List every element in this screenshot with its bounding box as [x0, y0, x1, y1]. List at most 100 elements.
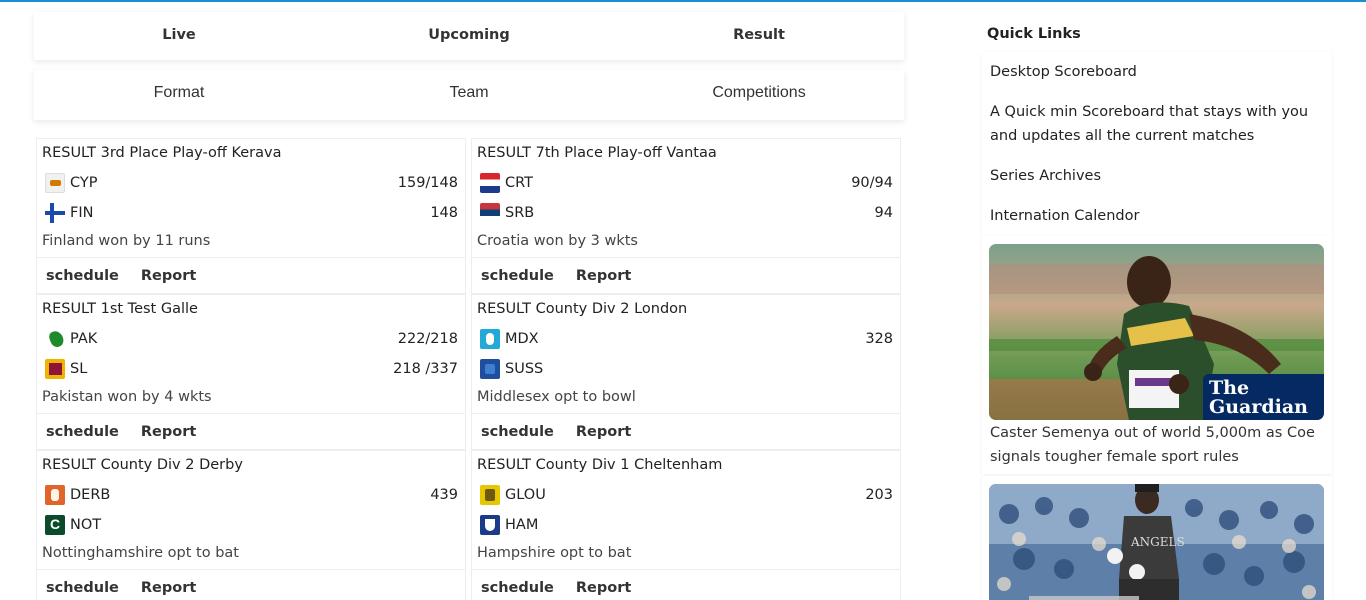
- report-link[interactable]: Report: [141, 424, 196, 440]
- team-score: 222/218: [397, 331, 458, 347]
- schedule-link[interactable]: schedule: [481, 424, 554, 440]
- quick-min-scoreboard-link[interactable]: A Quick min Scoreboard that stays with y…: [990, 100, 1320, 148]
- match-result: Hampshire opt to bat: [477, 545, 632, 561]
- schedule-link[interactable]: schedule: [481, 268, 554, 284]
- nottinghamshire-crest-icon: [45, 515, 65, 535]
- croatia-flag-icon: [480, 173, 500, 193]
- derbyshire-crest-icon: [45, 485, 65, 505]
- team-code: NOT: [70, 517, 102, 533]
- tab-result[interactable]: Result: [614, 12, 904, 60]
- cyprus-flag-icon: [45, 173, 65, 193]
- top-accent-line: [0, 0, 1366, 2]
- team-score: 218 /337: [393, 361, 458, 377]
- news-photo-baseball[interactable]: ANGELS: [989, 484, 1324, 600]
- team-score: 94: [874, 205, 893, 221]
- primary-tab-bar: Live Upcoming Result: [34, 12, 904, 60]
- match-card-footer: schedule Report: [471, 570, 901, 600]
- sussex-crest-icon: [480, 359, 500, 379]
- team-row: MDX 328: [477, 324, 893, 354]
- match-card-footer: schedule Report: [36, 414, 466, 450]
- finland-flag-icon: [45, 203, 65, 223]
- tab-team[interactable]: Team: [324, 70, 614, 120]
- the-guardian-logo: The Guardian: [1203, 374, 1324, 420]
- team-row: HAM: [477, 510, 893, 540]
- match-card[interactable]: RESULT County Div 2 Derby DERB 439 NOT N…: [36, 450, 466, 570]
- team-score: 148: [430, 205, 458, 221]
- match-title: RESULT County Div 2 Derby: [42, 457, 243, 473]
- team-code: MDX: [505, 331, 539, 347]
- team-row: PAK 222/218: [42, 324, 458, 354]
- team-row: SL 218 /337: [42, 354, 458, 384]
- report-link[interactable]: Report: [576, 580, 631, 596]
- news-photo-runner[interactable]: The Guardian: [989, 244, 1324, 420]
- team-code: FIN: [70, 205, 94, 221]
- team-code: CYP: [70, 175, 98, 191]
- team-code: SL: [70, 361, 88, 377]
- news-card[interactable]: The Guardian Caster Semenya out of world …: [982, 236, 1332, 474]
- team-row: CYP 159/148: [42, 168, 458, 198]
- team-row: FIN 148: [42, 198, 458, 228]
- schedule-link[interactable]: schedule: [46, 580, 119, 596]
- team-code: DERB: [70, 487, 111, 503]
- report-link[interactable]: Report: [141, 268, 196, 284]
- match-card[interactable]: RESULT 7th Place Play-off Vantaa CRT 90/…: [471, 138, 901, 258]
- report-link[interactable]: Report: [141, 580, 196, 596]
- news-caption[interactable]: Caster Semenya out of world 5,000m as Co…: [990, 421, 1320, 469]
- quick-links-panel: Desktop Scoreboard A Quick min Scoreboar…: [982, 52, 1332, 236]
- middlesex-crest-icon: [480, 329, 500, 349]
- match-card-footer: schedule Report: [471, 258, 901, 294]
- team-row: CRT 90/94: [477, 168, 893, 198]
- pakistan-flag-icon: [45, 329, 65, 349]
- match-result: Finland won by 11 runs: [42, 233, 211, 249]
- team-score: 439: [430, 487, 458, 503]
- team-code: PAK: [70, 331, 98, 347]
- match-grid: RESULT 3rd Place Play-off Kerava CYP 159…: [36, 138, 902, 600]
- gloucestershire-crest-icon: [480, 485, 500, 505]
- match-result: Pakistan won by 4 wkts: [42, 389, 212, 405]
- match-title: RESULT County Div 2 London: [477, 301, 688, 317]
- tab-upcoming[interactable]: Upcoming: [324, 12, 614, 60]
- svg-text:ANGELS: ANGELS: [1130, 535, 1185, 549]
- match-title: RESULT 3rd Place Play-off Kerava: [42, 145, 282, 161]
- match-result: Croatia won by 3 wkts: [477, 233, 638, 249]
- team-code: GLOU: [505, 487, 546, 503]
- match-result: Middlesex opt to bowl: [477, 389, 636, 405]
- team-row: GLOU 203: [477, 480, 893, 510]
- series-archives-link[interactable]: Series Archives: [990, 164, 1320, 188]
- match-card-footer: schedule Report: [471, 414, 901, 450]
- serbia-flag-icon: [480, 203, 500, 223]
- team-code: HAM: [505, 517, 539, 533]
- schedule-link[interactable]: schedule: [481, 580, 554, 596]
- match-title: RESULT 7th Place Play-off Vantaa: [477, 145, 717, 161]
- team-row: NOT: [42, 510, 458, 540]
- tab-live[interactable]: Live: [34, 12, 324, 60]
- match-card-footer: schedule Report: [36, 570, 466, 600]
- sri-lanka-flag-icon: [45, 359, 65, 379]
- match-card[interactable]: RESULT County Div 2 London MDX 328 SUSS …: [471, 294, 901, 414]
- match-card[interactable]: RESULT County Div 1 Cheltenham GLOU 203 …: [471, 450, 901, 570]
- team-score: 328: [865, 331, 893, 347]
- team-row: SRB 94: [477, 198, 893, 228]
- match-card[interactable]: RESULT 1st Test Galle PAK 222/218 SL 218…: [36, 294, 466, 414]
- international-calendar-link[interactable]: Internation Calendor: [990, 204, 1320, 228]
- match-card[interactable]: RESULT 3rd Place Play-off Kerava CYP 159…: [36, 138, 466, 258]
- match-title: RESULT County Div 1 Cheltenham: [477, 457, 723, 473]
- schedule-link[interactable]: schedule: [46, 268, 119, 284]
- match-card-footer: schedule Report: [36, 258, 466, 294]
- team-score: 90/94: [851, 175, 893, 191]
- report-link[interactable]: Report: [576, 424, 631, 440]
- desktop-scoreboard-link[interactable]: Desktop Scoreboard: [990, 60, 1320, 84]
- news-card[interactable]: ANGELS: [982, 476, 1332, 600]
- team-code: CRT: [505, 175, 534, 191]
- secondary-tab-bar: Format Team Competitions: [34, 70, 904, 120]
- match-title: RESULT 1st Test Galle: [42, 301, 198, 317]
- team-score: 159/148: [397, 175, 458, 191]
- schedule-link[interactable]: schedule: [46, 424, 119, 440]
- team-row: SUSS: [477, 354, 893, 384]
- tab-format[interactable]: Format: [34, 70, 324, 120]
- team-code: SRB: [505, 205, 535, 221]
- tab-competitions[interactable]: Competitions: [614, 70, 904, 120]
- team-score: 203: [865, 487, 893, 503]
- report-link[interactable]: Report: [576, 268, 631, 284]
- baseball-photo-illustration: ANGELS: [989, 484, 1324, 600]
